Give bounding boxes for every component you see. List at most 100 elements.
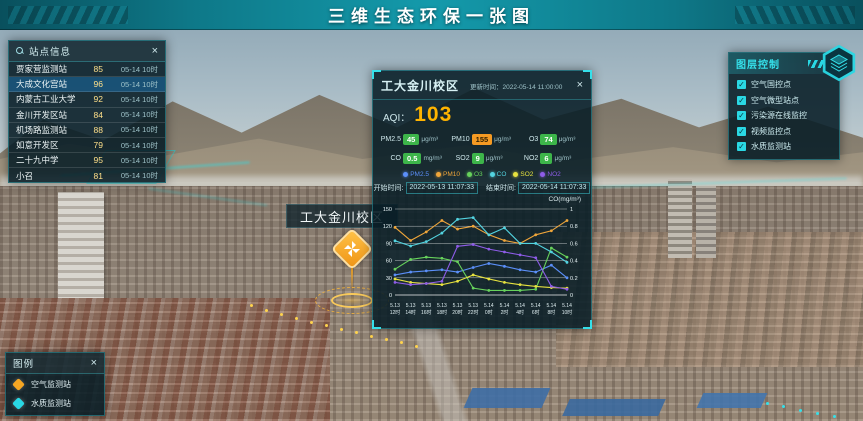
legend-item[interactable]: PM10	[436, 171, 460, 178]
station-row[interactable]: 金川开发区站8405-14 10时	[9, 108, 165, 123]
legend-label: PM10	[443, 171, 460, 178]
svg-text:5.1316时: 5.1316时	[421, 303, 432, 316]
layers-toggle-button[interactable]	[821, 44, 857, 82]
start-time-input[interactable]: 2022-05-13 11:07:33	[406, 182, 478, 194]
legend-panel-title: 图例	[13, 356, 34, 370]
layer-list: ✓空气国控点✓空气微型站点✓污染源在线监控✓视频监控点✓水质监测站	[729, 74, 839, 159]
layer-label: 水质监测站	[751, 141, 791, 152]
time-range-row: 开始时间: 2022-05-13 11:07:33 结束时间: 2022-05-…	[373, 180, 591, 195]
layer-item[interactable]: ✓ 空气微型站点	[737, 95, 831, 106]
yellow-route-dots	[250, 304, 253, 307]
svg-text:5.146时: 5.146时	[531, 303, 541, 316]
layer-item[interactable]: ✓视频监控点	[737, 126, 831, 137]
close-icon[interactable]: ×	[152, 46, 158, 57]
svg-text:0.4: 0.4	[570, 259, 578, 265]
close-icon[interactable]: ×	[91, 358, 97, 369]
legend-item[interactable]: O3	[467, 171, 483, 178]
station-row[interactable]: 如意开发区7905-14 10时	[9, 138, 165, 153]
checkbox-icon[interactable]: ✓	[737, 127, 746, 136]
pollutant-name: CO	[379, 155, 401, 162]
svg-text:5.1410时: 5.1410时	[562, 303, 573, 316]
svg-text:5.142时: 5.142时	[500, 303, 510, 316]
start-time-label: 开始时间:	[374, 183, 404, 193]
pollutant-trend-chart: 030609012015000.20.40.60.815.1312时5.1314…	[373, 203, 591, 324]
legend-item[interactable]: PM2.5	[403, 171, 429, 178]
popup-title: 工大金川校区	[381, 77, 459, 94]
station-row[interactable]: 贾家营监测站8505-14 10时	[9, 62, 165, 77]
update-time: 更新时间：2022-05-14 11:00:00	[470, 81, 562, 91]
station-time: 05-14 10时	[106, 94, 158, 105]
station-aqi: 85	[85, 64, 103, 74]
legend-item[interactable]: NO2	[540, 171, 560, 178]
svg-text:5.144时: 5.144时	[515, 303, 525, 316]
pollutant-cell: CO0.5mg/m³	[379, 149, 448, 168]
legend-marker-icon	[12, 378, 25, 391]
station-time: 05-14 10时	[106, 140, 158, 151]
legend-dot	[513, 172, 518, 177]
pollutant-unit: μg/m³	[421, 136, 438, 143]
checkbox-icon[interactable]: ✓	[737, 80, 746, 89]
search-icon	[16, 47, 24, 55]
end-time-input[interactable]: 2022-05-14 11:07:33	[518, 182, 590, 194]
station-aqi: 84	[85, 110, 103, 120]
white-tower-building	[58, 192, 104, 302]
air-station-marker[interactable]	[334, 231, 370, 267]
station-aqi: 92	[85, 94, 103, 104]
legend-label: 水质监测站	[31, 398, 71, 409]
corner-accent	[372, 70, 381, 79]
station-row[interactable]: 机场路监测站8805-14 10时	[9, 123, 165, 138]
station-time: 05-14 10时	[106, 64, 158, 75]
station-panel: 站点信息 × 贾家营监测站8505-14 10时大成文化宫站9605-14 10…	[8, 40, 166, 183]
corner-accent	[583, 70, 592, 79]
pollutant-value-badge: 9	[472, 153, 484, 164]
legend-label: SO2	[520, 171, 533, 178]
page-title: 三维生态环保一张图	[328, 2, 535, 27]
station-time: 05-14 10时	[106, 170, 158, 181]
update-time-value: 2022-05-14 11:00:00	[503, 84, 563, 91]
checkbox-icon[interactable]: ✓	[737, 111, 746, 120]
station-panel-header: 站点信息 ×	[9, 41, 165, 62]
close-icon[interactable]: ×	[577, 80, 583, 91]
station-row[interactable]: 内蒙古工业大学9205-14 10时	[9, 92, 165, 107]
chart-legend: PM2.5 PM10 O3 CO SO2 NO2	[373, 168, 591, 180]
pollutant-value-badge: 155	[472, 134, 493, 145]
aqi-row: AQI： 103	[373, 100, 591, 128]
station-aqi: 88	[85, 125, 103, 135]
layer-label: 空气国控点	[751, 79, 791, 90]
checkbox-icon[interactable]: ✓	[737, 142, 746, 151]
station-row[interactable]: 大成文化宫站9605-14 10时	[9, 77, 165, 92]
legend-label: 空气监测站	[31, 379, 71, 390]
station-name: 小召	[16, 170, 82, 182]
corner-accent	[583, 320, 592, 329]
update-time-label: 更新时间：	[470, 84, 503, 91]
station-row[interactable]: 小召8105-14 10时	[9, 168, 165, 183]
legend-dot	[490, 172, 495, 177]
layer-label: 空气微型站点	[751, 95, 799, 106]
legend-item[interactable]: CO	[490, 171, 507, 178]
station-aqi: 79	[85, 140, 103, 150]
popup-header: 工大金川校区 更新时间：2022-05-14 11:00:00 ×	[373, 71, 591, 100]
pollutant-name: PM2.5	[379, 136, 401, 143]
layer-item[interactable]: ✓ 水质监测站	[737, 141, 831, 152]
station-name: 贾家营监测站	[16, 63, 82, 75]
svg-text:0.8: 0.8	[570, 224, 578, 230]
legend-item[interactable]: SO2	[513, 171, 533, 178]
svg-text:0.6: 0.6	[570, 241, 578, 247]
layer-item[interactable]: ✓污染源在线监控	[737, 110, 831, 121]
station-row[interactable]: 二十九中学9505-14 10时	[9, 153, 165, 168]
windmill-icon	[343, 240, 361, 258]
layer-panel-title: 图层控制	[736, 56, 780, 71]
svg-text:5.148时: 5.148时	[546, 303, 556, 316]
corner-accent	[372, 320, 381, 329]
pollutant-unit: μg/m³	[559, 136, 576, 143]
end-time: 结束时间: 2022-05-14 11:07:33	[486, 182, 590, 194]
checkbox-icon[interactable]: ✓	[737, 96, 746, 105]
chart-svg: 030609012015000.20.40.60.815.1312时5.1314…	[377, 203, 587, 319]
aqi-value: 103	[414, 103, 452, 127]
cyan-route-dots	[766, 402, 769, 405]
pollutant-unit: μg/m³	[494, 136, 511, 143]
map-legend-panel: 图例 × 空气监测站水质监测站	[5, 352, 105, 416]
svg-text:5.1320时: 5.1320时	[452, 303, 463, 316]
legend-label: CO	[497, 171, 507, 178]
layer-item[interactable]: ✓ 空气国控点	[737, 79, 831, 90]
